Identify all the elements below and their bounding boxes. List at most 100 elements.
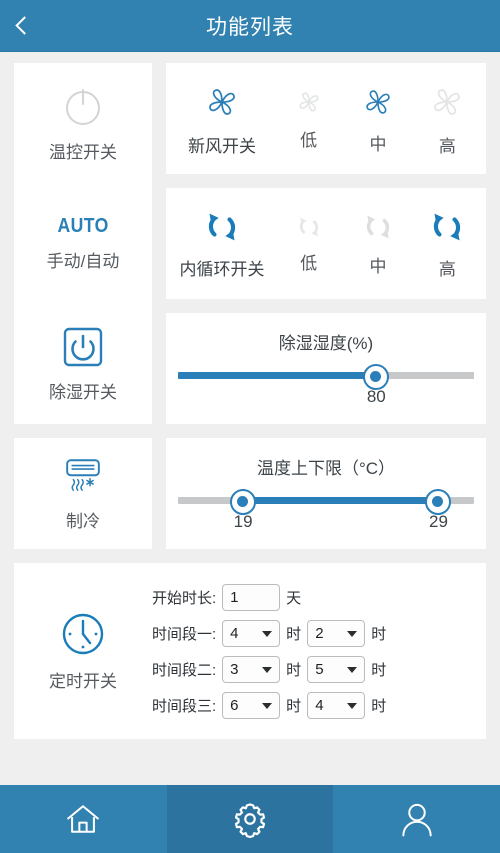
clock-icon	[62, 613, 104, 655]
fan-mode-card: 新风开关 低 中 高	[166, 63, 486, 174]
timer-period-1-label: 时间段一:	[152, 625, 217, 643]
chevron-down-icon	[347, 631, 358, 637]
fan-power-button[interactable]: 新风开关	[170, 63, 274, 174]
dehumidify-switch-label: 除湿开关	[49, 382, 117, 402]
cooling-mode-button[interactable]: 制冷	[14, 438, 152, 549]
timer-duration-input[interactable]	[222, 583, 281, 611]
auto-switch-button[interactable]: AUTO 手动/自动	[14, 183, 152, 303]
auto-switch-label: 手动/自动	[46, 251, 120, 271]
page-title: 功能列表	[206, 15, 294, 39]
temperature-high-value: 29	[429, 511, 448, 531]
auto-badge: AUTO	[57, 214, 109, 237]
bottom-navigation	[0, 785, 500, 853]
circulation-low-label: 低	[300, 254, 318, 273]
circulation-high-button[interactable]: 高	[413, 188, 482, 299]
timer-card: 定时开关 开始时长: 天 时间段一: 4 时 2 时	[14, 563, 486, 739]
circulation-medium-label: 中	[369, 257, 387, 276]
circulation-power-button[interactable]: 内循环开关	[170, 188, 274, 299]
chevron-down-icon	[347, 703, 358, 709]
app-header: 功能列表	[0, 0, 500, 52]
chevron-down-icon	[262, 631, 273, 637]
temp-switch-button[interactable]: 温控开关	[14, 63, 152, 183]
fan-speed-low-button[interactable]: 低	[274, 63, 343, 174]
content-area: 温控开关 AUTO 手动/自动 除湿开关 新风开关 低 中 高 内循环开关 低 …	[0, 52, 500, 785]
timer-period-3-start-value: 6	[230, 696, 239, 714]
timer-form: 开始时长: 天 时间段一: 4 时 2 时 时间段二:	[152, 583, 486, 719]
power-icon	[66, 89, 100, 126]
timer-period-2-end-value: 5	[315, 660, 324, 678]
fan-icon	[434, 89, 461, 115]
timer-period-3-label: 时间段三:	[152, 697, 217, 715]
fan-power-label: 新风开关	[188, 137, 256, 156]
timer-period-2-start-value: 3	[230, 660, 239, 678]
timer-period-3-end-unit: 时	[371, 697, 387, 715]
timer-period-1-start-unit: 时	[286, 625, 302, 643]
timer-period-1-end-value: 2	[315, 624, 324, 642]
temperature-low-value: 19	[233, 511, 253, 531]
temperature-slider-card: 温度上下限（°C） 19 29	[166, 438, 486, 549]
power-box-icon	[63, 327, 103, 367]
circulation-power-label: 内循环开关	[179, 260, 265, 279]
timer-period-1-row: 时间段一: 4 时 2 时	[152, 619, 478, 647]
temperature-slider-track[interactable]	[178, 488, 474, 515]
nav-settings-button[interactable]	[166, 785, 334, 853]
fan-icon	[366, 90, 390, 114]
timer-period-2-end-unit: 时	[371, 661, 387, 679]
fan-speed-medium-button[interactable]: 中	[343, 63, 412, 174]
air-conditioner-icon	[66, 459, 100, 491]
timer-duration-unit: 天	[286, 589, 302, 607]
temperature-slider-title: 温度上下限（°C）	[256, 458, 396, 478]
dehumidify-switch-button[interactable]: 除湿开关	[14, 304, 152, 424]
chevron-down-icon	[347, 667, 358, 673]
recycle-icon	[366, 215, 390, 239]
chevron-down-icon	[262, 667, 273, 673]
humidity-slider-track[interactable]	[178, 363, 474, 390]
page-body: 温控开关 AUTO 手动/自动 除湿开关 新风开关 低 中 高 内循环开关 低 …	[0, 52, 500, 853]
circulation-medium-button[interactable]: 中	[343, 188, 412, 299]
fan-speed-high-button[interactable]: 高	[413, 63, 482, 174]
home-icon	[67, 805, 100, 833]
temperature-slider-values: 19 29	[178, 512, 474, 534]
slider-track-fill	[243, 496, 439, 504]
temp-switch-label: 温控开关	[49, 143, 117, 163]
fan-icon	[209, 89, 235, 115]
gear-icon	[234, 803, 266, 839]
chevron-down-icon	[262, 703, 273, 709]
nav-home-button[interactable]	[0, 785, 167, 853]
timer-period-2-label: 时间段二:	[152, 661, 217, 679]
fan-speed-high-label: 高	[438, 137, 456, 156]
timer-period-2-start-select[interactable]: 3	[222, 655, 281, 683]
timer-period-1-start-value: 4	[230, 624, 239, 642]
recycle-icon	[208, 213, 236, 241]
left-switch-column: 温控开关 AUTO 手动/自动 除湿开关	[14, 63, 152, 424]
person-icon	[402, 803, 432, 837]
fan-speed-low-label: 低	[300, 131, 318, 150]
timer-period-1-end-select[interactable]: 2	[307, 619, 366, 647]
timer-switch-button[interactable]: 定时开关	[14, 610, 152, 692]
circulation-low-button[interactable]: 低	[274, 188, 343, 299]
circulation-mode-card: 内循环开关 低 中 高	[166, 188, 486, 299]
timer-period-3-row: 时间段三: 6 时 4 时	[152, 691, 478, 719]
timer-period-3-start-select[interactable]: 6	[222, 691, 281, 719]
timer-period-2-end-select[interactable]: 5	[307, 655, 366, 683]
fan-speed-medium-label: 中	[369, 135, 387, 154]
back-button[interactable]	[0, 0, 44, 52]
cooling-mode-label: 制冷	[66, 512, 100, 531]
humidity-slider-card: 除湿湿度(%) 80	[166, 313, 486, 424]
temperature-block: 制冷 温度上下限（°C） 19 29	[14, 438, 486, 549]
humidity-value: 80	[366, 386, 386, 406]
right-control-column: 新风开关 低 中 高 内循环开关 低 中 高 除湿湿度(%) 80	[166, 63, 486, 424]
temperature-slider-wrapper: 温度上下限（°C） 19 29	[166, 438, 486, 549]
timer-period-2-start-unit: 时	[286, 661, 302, 679]
nav-profile-button[interactable]	[333, 785, 500, 853]
fan-icon	[299, 92, 319, 112]
timer-duration-row: 开始时长: 天	[152, 583, 478, 611]
humidity-slider-values: 80	[178, 387, 474, 409]
timer-period-3-end-value: 4	[315, 696, 324, 714]
recycle-icon	[299, 217, 318, 237]
slider-track-fill	[178, 371, 377, 379]
timer-period-3-end-select[interactable]: 4	[307, 691, 366, 719]
circulation-high-label: 高	[438, 260, 456, 279]
recycle-icon	[434, 213, 461, 241]
timer-period-1-start-select[interactable]: 4	[222, 619, 281, 647]
